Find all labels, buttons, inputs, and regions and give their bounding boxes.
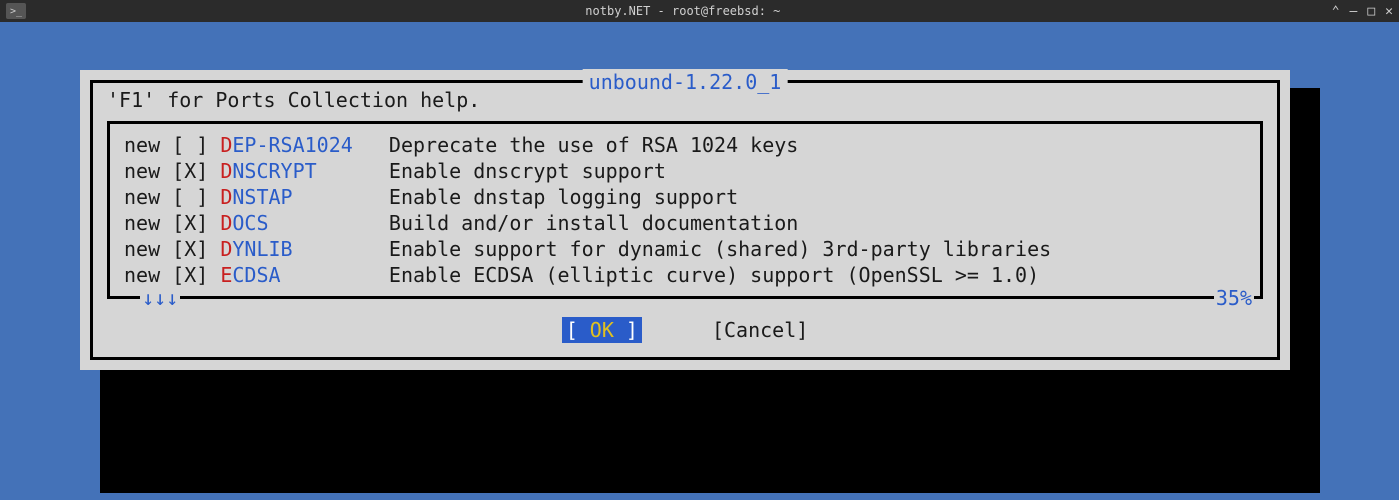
- option-hotkey: D: [220, 184, 232, 210]
- terminal-viewport: unbound-1.22.0_1 'F1' for Ports Collecti…: [0, 22, 1399, 500]
- ok-button[interactable]: [ OK ]: [562, 317, 642, 343]
- scroll-down-indicator: ↓↓↓: [140, 285, 180, 311]
- window-titlebar: >_ notby.NET - root@freebsd: ~ ⌃ — □ ✕: [0, 0, 1399, 22]
- option-docs[interactable]: new [X] DOCS Build and/or install docume…: [124, 210, 1246, 236]
- option-name: NSTAP: [232, 184, 292, 210]
- option-hotkey: D: [220, 236, 232, 262]
- option-name: CDSA: [232, 262, 280, 288]
- option-name: OCS: [232, 210, 268, 236]
- option-name: YNLIB: [232, 236, 292, 262]
- option-hotkey: D: [220, 210, 232, 236]
- window-maximize-button[interactable]: □: [1367, 4, 1375, 19]
- option-description: Enable dnscrypt support: [389, 158, 666, 184]
- option-hotkey: D: [220, 158, 232, 184]
- window-roll-up-button[interactable]: ⌃: [1332, 4, 1340, 19]
- option-name: EP-RSA1024: [232, 132, 352, 158]
- option-description: Build and/or install documentation: [389, 210, 798, 236]
- option-description: Deprecate the use of RSA 1024 keys: [389, 132, 798, 158]
- option-dnstap[interactable]: new [ ] DNSTAP Enable dnstap logging sup…: [124, 184, 1246, 210]
- option-checkbox[interactable]: new [X]: [124, 158, 220, 184]
- option-checkbox[interactable]: new [ ]: [124, 184, 220, 210]
- option-name: NSCRYPT: [232, 158, 316, 184]
- terminal-icon: >_: [6, 3, 26, 19]
- option-description: Enable ECDSA (elliptic curve) support (O…: [389, 262, 1039, 288]
- window-minimize-button[interactable]: —: [1350, 4, 1358, 19]
- option-checkbox[interactable]: new [X]: [124, 236, 220, 262]
- option-checkbox[interactable]: new [ ]: [124, 132, 220, 158]
- option-dep-rsa1024[interactable]: new [ ] DEP-RSA1024 Deprecate the use of…: [124, 132, 1246, 158]
- cancel-button[interactable]: [Cancel]: [712, 317, 808, 343]
- option-hotkey: D: [220, 132, 232, 158]
- option-checkbox[interactable]: new [X]: [124, 210, 220, 236]
- config-dialog: unbound-1.22.0_1 'F1' for Ports Collecti…: [80, 70, 1290, 370]
- dialog-title: unbound-1.22.0_1: [583, 69, 788, 95]
- window-title: notby.NET - root@freebsd: ~: [34, 4, 1332, 18]
- option-ecdsa[interactable]: new [X] ECDSA Enable ECDSA (elliptic cur…: [124, 262, 1246, 288]
- dialog-buttons: [ OK ] [Cancel]: [93, 303, 1277, 357]
- option-dnscrypt[interactable]: new [X] DNSCRYPT Enable dnscrypt support: [124, 158, 1246, 184]
- option-description: Enable dnstap logging support: [389, 184, 738, 210]
- scroll-percent: 35%: [1214, 285, 1254, 311]
- options-list: new [ ] DEP-RSA1024 Deprecate the use of…: [107, 121, 1263, 299]
- option-dynlib[interactable]: new [X] DYNLIB Enable support for dynami…: [124, 236, 1246, 262]
- option-description: Enable support for dynamic (shared) 3rd-…: [389, 236, 1051, 262]
- window-close-button[interactable]: ✕: [1385, 4, 1393, 19]
- option-hotkey: E: [220, 262, 232, 288]
